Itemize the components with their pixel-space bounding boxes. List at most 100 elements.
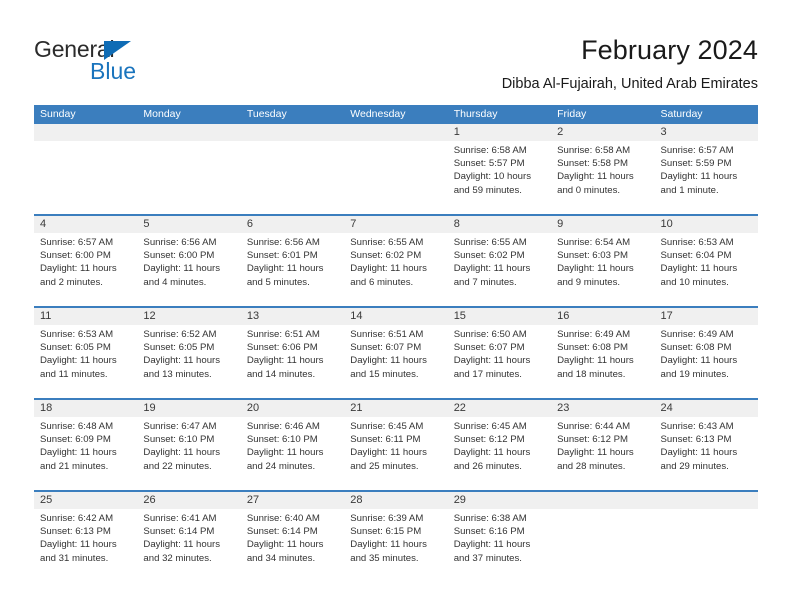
day-number-15[interactable]: 15 (448, 308, 551, 325)
day-cell-11[interactable]: Sunrise: 6:53 AM Sunset: 6:05 PM Daylight:… (34, 325, 137, 398)
calendar-weeks: 1 2 3 Sunrise: 6:58 AM Sunset: 5:57 PM Daylig… (34, 124, 758, 582)
sunrise-text: Sunrise: 6:46 AM (246, 421, 320, 432)
day-number-21[interactable]: 21 (344, 400, 447, 417)
sunrise-text: Sunrise: 6:56 AM (143, 237, 217, 248)
day-cell-26[interactable]: Sunrise: 6:41 AM Sunset: 6:14 PM Daylight:… (137, 509, 240, 582)
location-subtitle: Dibba Al-Fujairah, United Arab Emirates (501, 76, 758, 92)
day-cell-5[interactable]: Sunrise: 6:56 AM Sunset: 6:00 PM Daylight:… (137, 233, 240, 306)
day-number-1[interactable]: 1 (448, 124, 551, 141)
day-cell-7[interactable]: Sunrise: 6:55 AM Sunset: 6:02 PM Daylight:… (344, 233, 447, 306)
weekday-header-tuesday: Tuesday (246, 108, 287, 120)
daylight-text-line1: Daylight: 11 hours (246, 447, 324, 459)
day-number-9[interactable]: 9 (551, 216, 654, 233)
day-cell-15[interactable]: Sunrise: 6:50 AM Sunset: 6:07 PM Daylight:… (448, 325, 551, 398)
day-cell-empty (551, 509, 654, 582)
daylight-text-line2: and 9 minutes. (557, 276, 621, 288)
daylight-text-line1: Daylight: 11 hours (40, 447, 117, 459)
day-cell-24[interactable]: Sunrise: 6:43 AM Sunset: 6:13 PM Daylight:… (655, 417, 758, 490)
day-number-22[interactable]: 22 (448, 400, 551, 417)
day-number-25[interactable]: 25 (34, 492, 137, 509)
day-number-4[interactable]: 4 (34, 216, 137, 233)
day-cell-12[interactable]: Sunrise: 6:52 AM Sunset: 6:05 PM Daylight:… (137, 325, 240, 398)
sunset-text: Sunset: 6:13 PM (40, 526, 111, 538)
daylight-text-line2: and 5 minutes. (246, 276, 310, 288)
day-number-3[interactable]: 3 (655, 124, 758, 141)
day-number-7[interactable]: 7 (344, 216, 447, 233)
daylight-text-line2: and 17 minutes. (453, 368, 522, 380)
day-number-8[interactable]: 8 (448, 216, 551, 233)
daylight-text-line2: and 59 minutes. (453, 184, 522, 196)
day-cell-20[interactable]: Sunrise: 6:46 AM Sunset: 6:10 PM Daylight:… (241, 417, 344, 490)
day-number-empty (344, 124, 447, 141)
day-cell-19[interactable]: Sunrise: 6:47 AM Sunset: 6:10 PM Daylight:… (137, 417, 240, 490)
daylight-text-line2: and 1 minute. (660, 184, 719, 196)
day-cell-21[interactable]: Sunrise: 6:45 AM Sunset: 6:11 PM Daylight:… (344, 417, 447, 490)
day-cell-17[interactable]: Sunrise: 6:49 AM Sunset: 6:08 PM Daylight:… (655, 325, 758, 398)
daylight-text-line2: and 29 minutes. (660, 460, 729, 472)
day-cell-25[interactable]: Sunrise: 6:42 AM Sunset: 6:13 PM Daylight:… (34, 509, 137, 582)
day-number-12[interactable]: 12 (137, 308, 240, 325)
daylight-text-line1: Daylight: 11 hours (350, 447, 427, 459)
page-title: February 2024 (581, 35, 758, 65)
daylight-text-line1: Daylight: 11 hours (660, 355, 738, 367)
day-number-13[interactable]: 13 (241, 308, 344, 325)
general-blue-logo[interactable]: General Blue (34, 36, 234, 88)
day-number-26[interactable]: 26 (137, 492, 240, 509)
day-number-16[interactable]: 16 (551, 308, 654, 325)
day-cell-9[interactable]: Sunrise: 6:54 AM Sunset: 6:03 PM Daylight:… (551, 233, 654, 306)
daylight-text-line1: Daylight: 10 hours (453, 171, 532, 183)
title-block: February 2024 Dibba Al-Fujairah, United … (502, 34, 758, 93)
sunset-text: Sunset: 6:02 PM (453, 250, 525, 262)
daylight-text-line1: Daylight: 11 hours (557, 447, 634, 459)
day-cell-14[interactable]: Sunrise: 6:51 AM Sunset: 6:07 PM Daylight:… (344, 325, 447, 398)
daylight-text-line2: and 18 minutes. (557, 368, 626, 380)
daylight-text-line1: Daylight: 11 hours (246, 263, 324, 275)
day-number-29[interactable]: 29 (448, 492, 551, 509)
day-number-6[interactable]: 6 (241, 216, 344, 233)
day-cell-2[interactable]: Sunrise: 6:58 AM Sunset: 5:58 PM Daylight:… (551, 141, 654, 214)
week-date-numbers: 4 5 6 7 8 9 10 (34, 216, 758, 233)
day-number-5[interactable]: 5 (137, 216, 240, 233)
day-cell-27[interactable]: Sunrise: 6:40 AM Sunset: 6:14 PM Daylight:… (241, 509, 344, 582)
day-number-19[interactable]: 19 (137, 400, 240, 417)
sunrise-text: Sunrise: 6:43 AM (660, 421, 734, 432)
day-cell-29[interactable]: Sunrise: 6:38 AM Sunset: 6:16 PM Daylight:… (448, 509, 551, 582)
day-number-24[interactable]: 24 (655, 400, 758, 417)
daylight-text-line2: and 14 minutes. (246, 368, 316, 380)
day-cell-23[interactable]: Sunrise: 6:44 AM Sunset: 6:12 PM Daylight:… (551, 417, 654, 490)
day-cell-8[interactable]: Sunrise: 6:55 AM Sunset: 6:02 PM Daylight:… (448, 233, 551, 306)
day-number-20[interactable]: 20 (241, 400, 344, 417)
daylight-text-line2: and 15 minutes. (350, 368, 419, 380)
week-date-numbers: 123 (34, 124, 758, 141)
day-cell-10[interactable]: Sunrise: 6:53 AM Sunset: 6:04 PM Daylight:… (655, 233, 758, 306)
day-number-17[interactable]: 17 (655, 308, 758, 325)
sunrise-text: Sunrise: 6:48 AM (40, 421, 114, 432)
day-cell-18[interactable]: Sunrise: 6:48 AM Sunset: 6:09 PM Daylight:… (34, 417, 137, 490)
day-number-2[interactable]: 2 (551, 124, 654, 141)
day-number-10[interactable]: 10 (655, 216, 758, 233)
sunrise-text: Sunrise: 6:45 AM (453, 421, 527, 432)
day-number-empty (137, 124, 240, 141)
day-number-27[interactable]: 27 (241, 492, 344, 509)
week-day-details: Sunrise: 6:57 AM Sunset: 6:00 PM Daylight:… (34, 233, 758, 306)
sunrise-text: Sunrise: 6:44 AM (557, 421, 631, 432)
day-cell-28[interactable]: Sunrise: 6:39 AM Sunset: 6:15 PM Daylight:… (344, 509, 447, 582)
weekday-header-wednesday: Wednesday (350, 108, 406, 120)
day-number-23[interactable]: 23 (551, 400, 654, 417)
day-cell-13[interactable]: Sunrise: 6:51 AM Sunset: 6:06 PM Daylight:… (241, 325, 344, 398)
day-number-14[interactable]: 14 (344, 308, 447, 325)
day-number-11[interactable]: 11 (34, 308, 137, 325)
day-cell-6[interactable]: Sunrise: 6:56 AM Sunset: 6:01 PM Daylight:… (241, 233, 344, 306)
day-cell-1[interactable]: Sunrise: 6:58 AM Sunset: 5:57 PM Daylight:… (448, 141, 551, 214)
day-number-28[interactable]: 28 (344, 492, 447, 509)
day-cell-3[interactable]: Sunrise: 6:57 AM Sunset: 5:59 PM Daylight:… (655, 141, 758, 214)
day-cell-22[interactable]: Sunrise: 6:45 AM Sunset: 6:12 PM Daylight:… (448, 417, 551, 490)
daylight-text-line1: Daylight: 11 hours (143, 447, 221, 459)
sunset-text: Sunset: 6:15 PM (350, 526, 422, 538)
day-cell-4[interactable]: Sunrise: 6:57 AM Sunset: 6:00 PM Daylight:… (34, 233, 137, 306)
calendar-page: General Blue February 2024 Dibba Al-Fuja… (0, 0, 792, 612)
sunrise-text: Sunrise: 6:57 AM (40, 237, 114, 248)
sunrise-text: Sunrise: 6:58 AM (557, 145, 631, 156)
day-number-18[interactable]: 18 (34, 400, 137, 417)
day-cell-16[interactable]: Sunrise: 6:49 AM Sunset: 6:08 PM Daylight:… (551, 325, 654, 398)
